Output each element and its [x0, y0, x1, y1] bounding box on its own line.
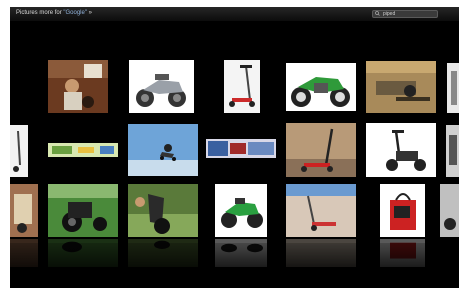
result-thumbnail[interactable] [286, 63, 356, 111]
result-thumbnail[interactable] [286, 123, 356, 177]
result-thumbnail[interactable] [128, 184, 198, 237]
result-thumbnail[interactable] [48, 143, 118, 157]
result-thumbnail[interactable] [10, 184, 38, 237]
result-thumbnail[interactable] [366, 123, 436, 177]
result-thumbnail[interactable] [48, 184, 118, 237]
page-title: Pictures more for "Google" » [16, 9, 92, 18]
reflection-fade [10, 243, 459, 288]
result-thumbnail[interactable] [380, 184, 425, 237]
search-input-value: piped [383, 11, 396, 17]
search-field[interactable]: piped [372, 10, 438, 18]
top-bar: Pictures more for "Google" » piped [10, 7, 459, 21]
search-icon [375, 11, 380, 16]
title-prefix: Pictures [16, 10, 38, 16]
result-thumbnail[interactable] [366, 61, 436, 113]
result-thumbnail[interactable] [206, 139, 276, 158]
result-thumbnail[interactable] [224, 60, 260, 113]
result-thumbnail[interactable] [447, 63, 459, 113]
result-thumbnail[interactable] [446, 125, 459, 177]
result-thumbnail[interactable] [129, 60, 194, 113]
result-thumbnail[interactable] [10, 125, 28, 177]
result-thumbnail[interactable] [440, 184, 459, 237]
title-query-link[interactable]: "Google" [63, 10, 87, 16]
result-thumbnail[interactable] [48, 60, 108, 113]
title-middle: more for [37, 10, 64, 16]
result-thumbnail[interactable] [215, 184, 267, 237]
result-thumbnail[interactable] [286, 184, 356, 237]
result-thumbnail[interactable] [128, 124, 198, 176]
image-wall-window: Pictures more for "Google" » piped [10, 7, 459, 288]
title-suffix: » [86, 10, 92, 16]
